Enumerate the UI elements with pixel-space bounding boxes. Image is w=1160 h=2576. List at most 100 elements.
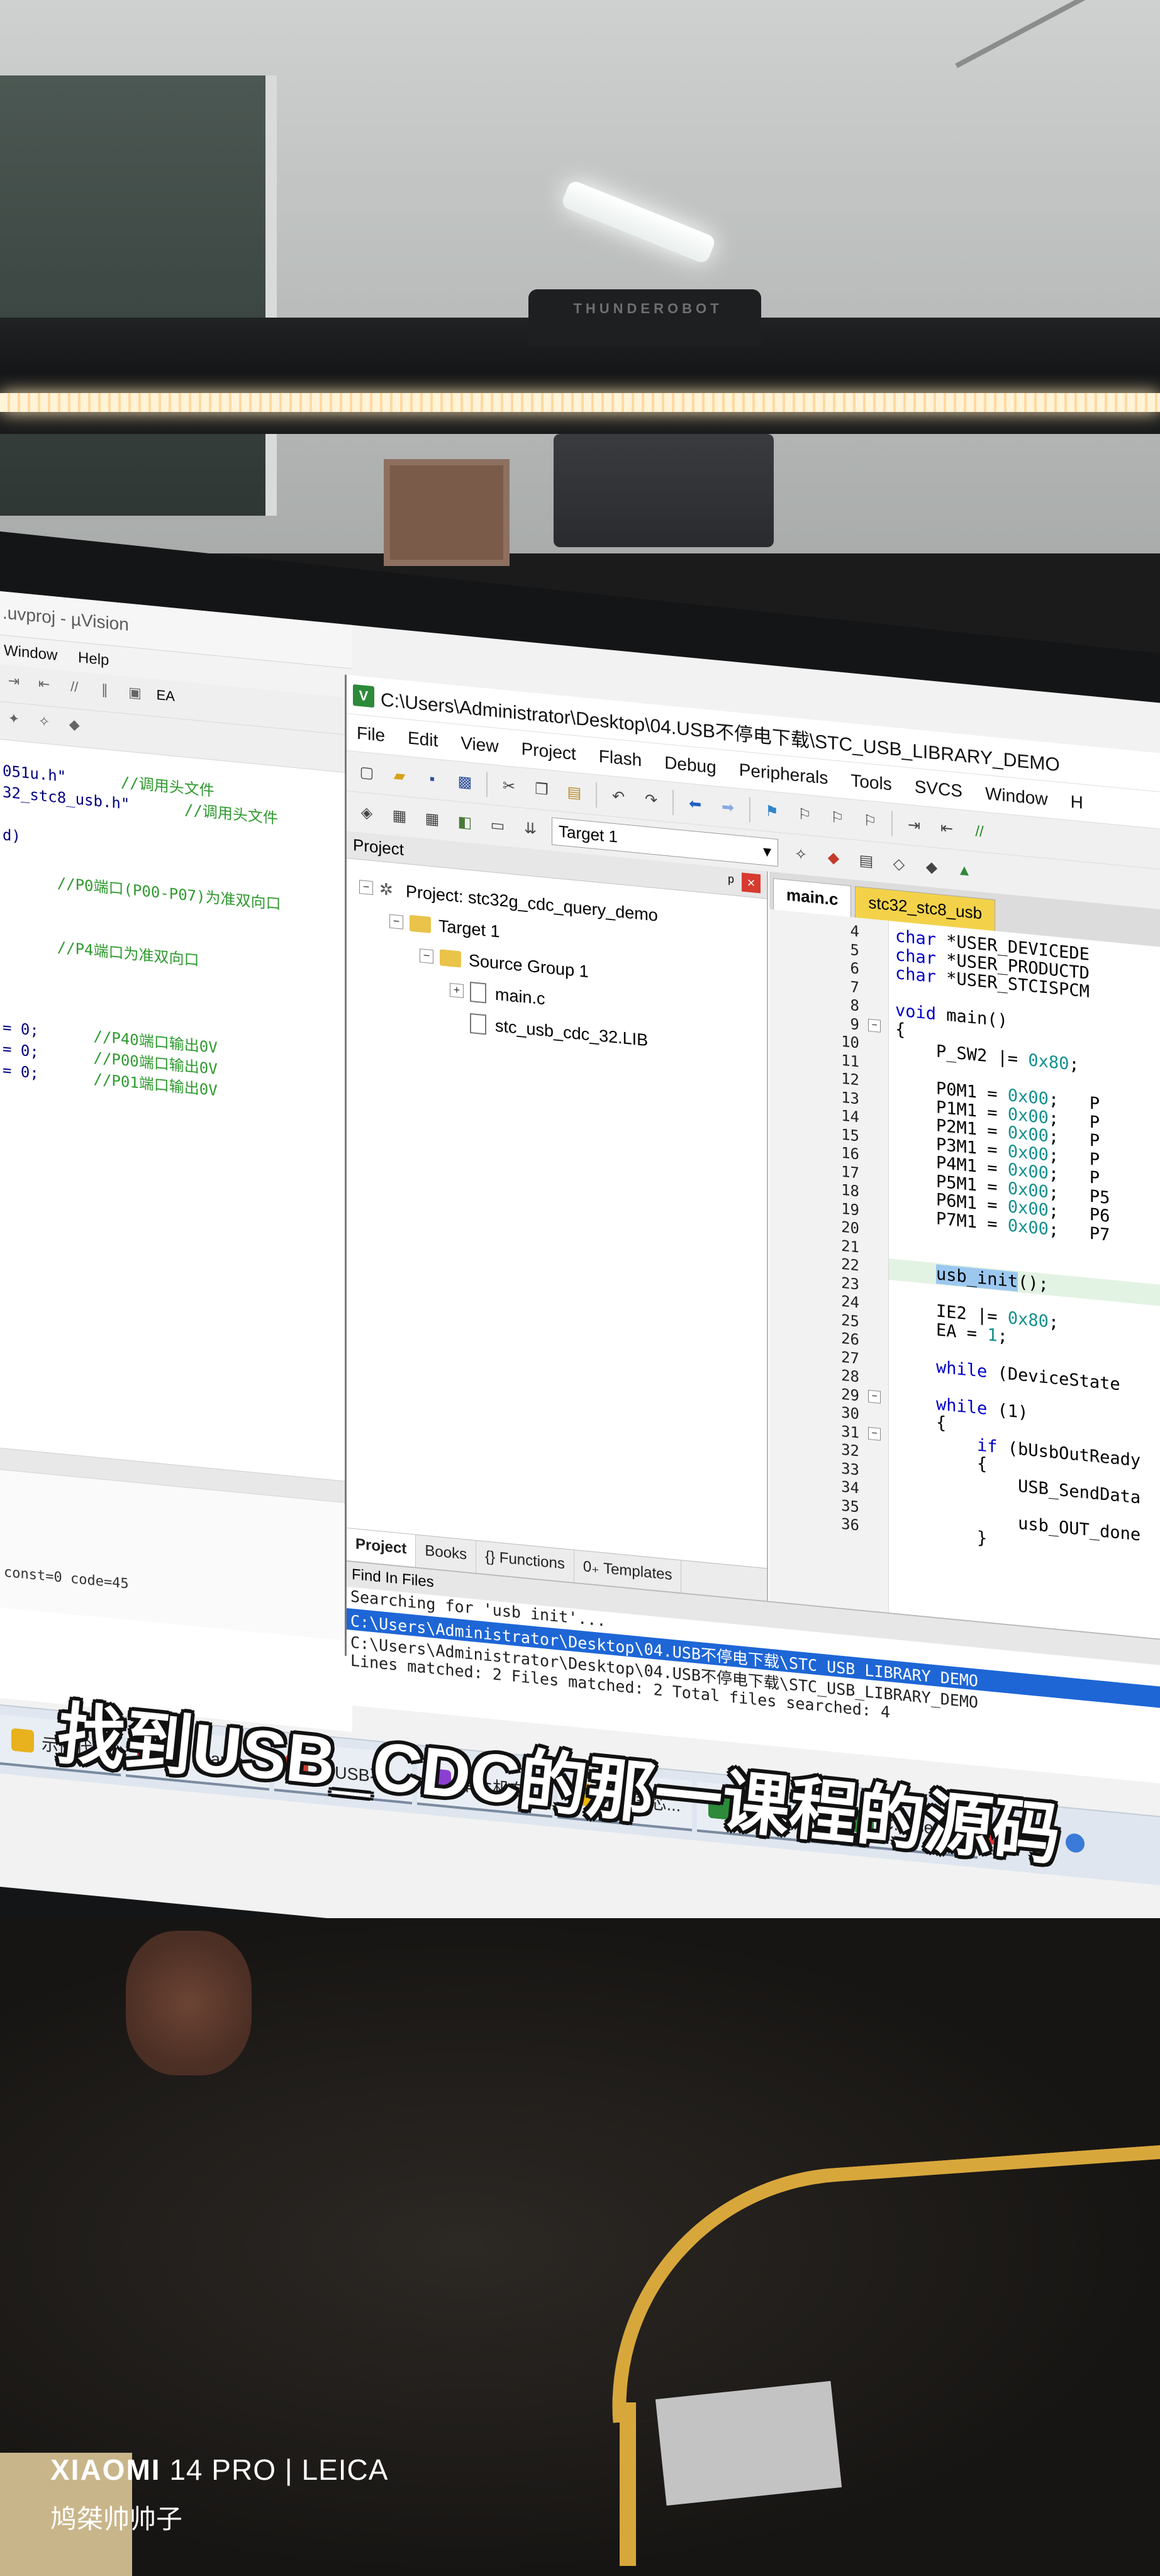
copy-icon[interactable]: ❐ xyxy=(530,777,553,802)
unindent-icon[interactable]: ⇤ xyxy=(935,816,958,841)
cut-icon[interactable]: ✂ xyxy=(498,774,520,799)
translate-icon[interactable]: ◈ xyxy=(355,801,378,825)
manage-rte-icon[interactable]: ◆ xyxy=(920,855,943,879)
watermark-separator: | xyxy=(284,2453,293,2486)
bg-code-text: d) xyxy=(3,826,21,846)
line-number: 35 xyxy=(841,1496,859,1516)
expand-icon[interactable]: + xyxy=(450,982,464,998)
undo-icon[interactable]: ↶ xyxy=(607,784,630,809)
menu-svcs[interactable]: SVCS xyxy=(915,777,962,801)
save-icon[interactable]: ▪ xyxy=(421,767,443,791)
manage-icon[interactable]: ◆ xyxy=(65,716,83,735)
bookmark-icon[interactable]: ⚑ xyxy=(761,799,783,824)
line-number: 24 xyxy=(841,1292,859,1312)
pack-installer-icon[interactable]: ▲ xyxy=(953,858,976,882)
line-number: 32 xyxy=(841,1440,859,1460)
menu-debug[interactable]: Debug xyxy=(664,753,717,778)
nav-back-icon[interactable]: ⬅ xyxy=(684,792,706,816)
project-icon: ✲ xyxy=(379,879,393,900)
menu-flash[interactable]: Flash xyxy=(599,747,642,771)
line-number: 13 xyxy=(841,1088,859,1108)
bg-code-area[interactable]: 051u.h" //调用头文件 32_stc8_usb.h" //调用头文件 d)… xyxy=(0,740,352,1503)
tab-books[interactable]: Books xyxy=(416,1535,477,1573)
select-packs-icon[interactable]: ◇ xyxy=(888,852,910,876)
target-options-icon[interactable]: ✧ xyxy=(789,842,812,867)
toolbar-separator xyxy=(486,771,488,797)
bg-menu-help[interactable]: Help xyxy=(78,649,109,669)
collapse-icon[interactable]: − xyxy=(420,948,433,964)
rebuild-icon[interactable]: ▦ xyxy=(421,807,443,831)
batch-build-icon[interactable]: ◧ xyxy=(454,810,476,835)
menu-edit[interactable]: Edit xyxy=(408,728,438,751)
build-icon[interactable]: ▣ xyxy=(126,684,144,703)
manage-project-icon[interactable]: ▤ xyxy=(855,848,878,873)
fold-toggle-icon[interactable]: − xyxy=(868,1389,881,1404)
menu-help[interactable]: H xyxy=(1071,792,1083,813)
uncomment-icon[interactable]: ∥ xyxy=(96,681,113,701)
bg-code-text: = 0; xyxy=(3,1018,39,1040)
watermark-model: 14 PRO xyxy=(169,2453,276,2486)
menu-window[interactable]: Window xyxy=(985,784,1048,810)
file-icon xyxy=(470,1013,486,1035)
redo-icon[interactable]: ↷ xyxy=(640,787,662,812)
project-panel-title: Project xyxy=(353,835,404,859)
fold-toggle-icon[interactable]: − xyxy=(868,1426,881,1441)
save-all-icon[interactable]: ▩ xyxy=(454,770,476,794)
clear-bookmarks-icon[interactable]: ⚐ xyxy=(859,809,881,833)
pin-icon[interactable]: ᵖ xyxy=(728,871,734,891)
solder-spool xyxy=(126,1931,252,2075)
watermark-user: 鸠桀帅帅子 xyxy=(50,2504,183,2534)
folder-icon xyxy=(440,949,461,968)
uvision-window: V C:\Users\Administrator\Desktop\04.USB不… xyxy=(345,674,1160,1790)
line-number: 4 xyxy=(850,922,859,941)
build-icon[interactable]: ▦ xyxy=(388,804,411,828)
lightbar-leds xyxy=(0,393,1160,412)
camera-watermark: XIAOMI 14 PRO | LEICA xyxy=(50,2453,388,2487)
menu-file[interactable]: File xyxy=(357,723,385,746)
wand-icon[interactable]: ✧ xyxy=(35,713,53,732)
line-number: 27 xyxy=(841,1348,859,1368)
collapse-icon[interactable] xyxy=(450,1021,470,1023)
collapse-icon[interactable]: − xyxy=(389,914,403,930)
code-editor[interactable]: main.c stc32_stc8_usb 4 5 6 7 8 9−10 11 12 13 14 1… xyxy=(769,871,1160,1644)
tray-icon[interactable] xyxy=(1066,1833,1085,1854)
line-number: 36 xyxy=(841,1514,859,1535)
menu-view[interactable]: View xyxy=(460,733,498,757)
file-extensions-icon[interactable]: ◆ xyxy=(822,845,845,870)
menu-project[interactable]: Project xyxy=(521,739,576,764)
unindent-icon[interactable]: ⇤ xyxy=(35,675,53,694)
nav-forward-icon[interactable]: ➡ xyxy=(717,795,739,819)
open-folder-icon[interactable]: ▰ xyxy=(388,763,411,788)
next-bookmark-icon[interactable]: ⚐ xyxy=(826,806,849,830)
yellow-cable-end xyxy=(620,2402,636,2566)
menu-tools[interactable]: Tools xyxy=(850,770,891,794)
target-select-value: Target 1 xyxy=(559,821,618,847)
indent-icon[interactable]: ⇥ xyxy=(5,672,23,692)
close-icon[interactable]: × xyxy=(742,872,761,894)
collapse-icon[interactable]: − xyxy=(359,879,373,896)
new-file-icon[interactable]: ▢ xyxy=(355,760,378,785)
toolbar-separator xyxy=(672,789,674,815)
line-number: 21 xyxy=(841,1236,859,1257)
paste-icon[interactable]: ▤ xyxy=(563,780,586,805)
line-number: 14 xyxy=(841,1106,859,1126)
options-icon[interactable]: ✦ xyxy=(5,710,23,730)
download-icon[interactable]: ⇊ xyxy=(519,816,542,841)
fold-toggle-icon[interactable]: − xyxy=(868,1018,881,1033)
line-number: 19 xyxy=(841,1199,859,1219)
prev-bookmark-icon[interactable]: ⚐ xyxy=(793,802,816,827)
menu-peripherals[interactable]: Peripherals xyxy=(739,760,828,789)
indent-icon[interactable]: ⇥ xyxy=(903,813,925,838)
line-number: 12 xyxy=(841,1069,859,1089)
stop-build-icon[interactable]: ▭ xyxy=(486,813,509,838)
line-number: 17 xyxy=(841,1162,859,1182)
bg-menu-window[interactable]: Window xyxy=(4,642,57,664)
toolbar-separator xyxy=(749,797,750,823)
comment-icon[interactable]: // xyxy=(968,819,991,844)
comment-icon[interactable]: // xyxy=(65,678,83,697)
